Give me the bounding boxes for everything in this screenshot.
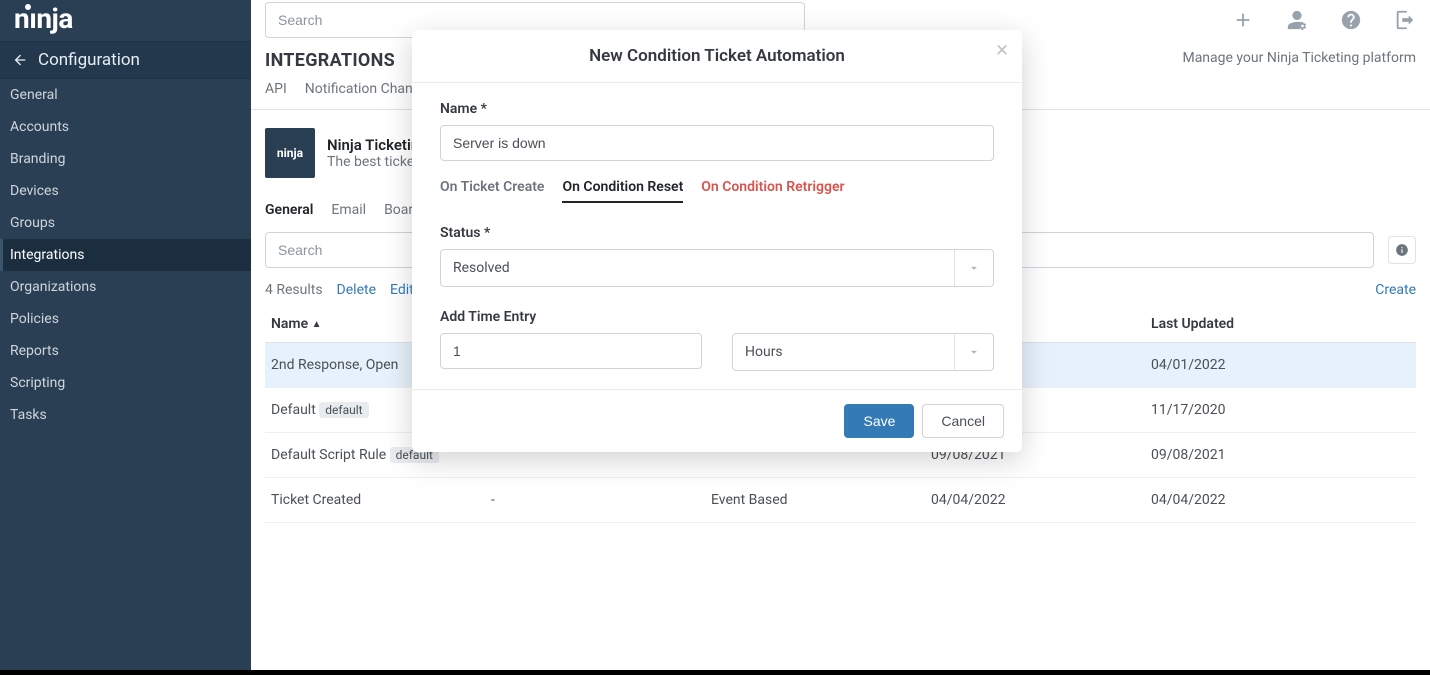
- time-unit-value: Hours: [745, 344, 783, 360]
- chevron-down-icon: [967, 345, 981, 359]
- time-value-input[interactable]: [440, 333, 702, 369]
- status-value: Resolved: [453, 260, 510, 276]
- tab-on-reset[interactable]: On Condition Reset: [562, 179, 683, 203]
- time-label: Add Time Entry: [440, 309, 994, 325]
- name-input[interactable]: [440, 125, 994, 161]
- status-select[interactable]: Resolved: [440, 249, 994, 287]
- chevron-down-icon: [967, 261, 981, 275]
- save-button[interactable]: Save: [844, 404, 914, 438]
- cancel-button[interactable]: Cancel: [922, 404, 1004, 438]
- modal-title: New Condition Ticket Automation: [589, 46, 845, 66]
- modal-footer: Save Cancel: [412, 389, 1022, 452]
- tab-on-retrigger[interactable]: On Condition Retrigger: [701, 179, 844, 203]
- name-label: Name *: [440, 101, 994, 117]
- modal-tabs: On Ticket Create On Condition Reset On C…: [440, 179, 994, 203]
- close-icon[interactable]: ×: [996, 40, 1008, 62]
- modal-header: New Condition Ticket Automation ×: [412, 30, 1022, 83]
- automation-modal: New Condition Ticket Automation × Name *…: [412, 30, 1022, 452]
- status-label: Status *: [440, 225, 994, 241]
- tab-on-create[interactable]: On Ticket Create: [440, 179, 544, 203]
- modal-body: Name * On Ticket Create On Condition Res…: [412, 83, 1022, 389]
- time-unit-select[interactable]: Hours: [732, 333, 994, 371]
